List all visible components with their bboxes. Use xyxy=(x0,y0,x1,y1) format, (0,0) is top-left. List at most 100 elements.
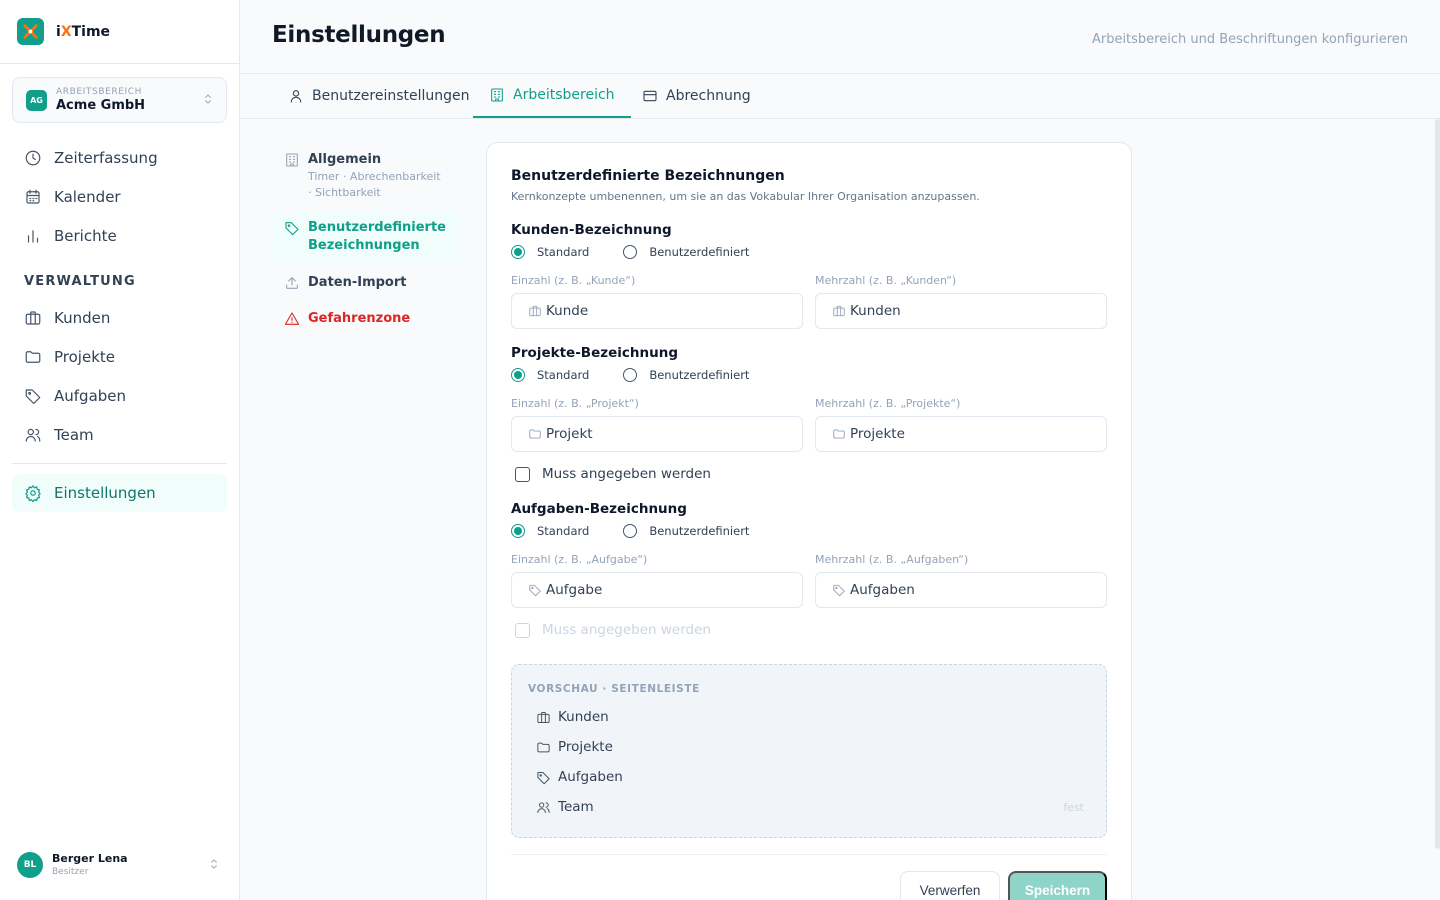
building-icon xyxy=(284,151,308,168)
nav-zeiterfassung[interactable]: Zeiterfassung xyxy=(12,139,227,177)
preview-label: Team xyxy=(558,799,594,815)
preview-item: Projekte xyxy=(536,739,1084,755)
tab-abrechnung[interactable]: Abrechnung xyxy=(626,74,767,118)
subnav-daten-import[interactable]: Daten-Import xyxy=(272,266,462,300)
users-icon xyxy=(24,426,54,444)
field-label: Mehrzahl (z. B. „Projekte“) xyxy=(815,397,961,410)
subnav-allgemein[interactable]: Allgemein Timer · Abrechenbarkeit · Sich… xyxy=(272,143,462,209)
subnav-title: Daten-Import xyxy=(308,275,407,290)
nav-kunden[interactable]: Kunden xyxy=(12,299,227,337)
aufgabe-plural-input[interactable]: Aufgaben xyxy=(815,572,1107,608)
sidebar: iXTime AG ARBEITSBEREICH Acme GmbH Zeite… xyxy=(0,0,240,900)
input-value: Aufgaben xyxy=(850,582,915,598)
input-value: Projekte xyxy=(850,426,905,442)
nav-projekte[interactable]: Projekte xyxy=(12,338,227,376)
tab-benutzereinstellungen[interactable]: Benutzereinstellungen xyxy=(272,74,486,118)
input-value: Kunde xyxy=(546,303,589,319)
page-subtitle: Arbeitsbereich und Beschriftungen konfig… xyxy=(1091,32,1408,47)
card-description: Kernkonzepte umbenennen, um sie an das V… xyxy=(511,190,980,203)
radio-group-aufgaben: Standard Benutzerdefiniert xyxy=(511,524,749,538)
folder-icon xyxy=(528,427,546,441)
tab-label: Arbeitsbereich xyxy=(513,87,615,103)
chevron-updown-icon xyxy=(201,92,215,106)
projekt-singular-input[interactable]: Projekt xyxy=(511,416,803,452)
workspace-name: Acme GmbH xyxy=(56,97,146,113)
radio-custom[interactable] xyxy=(623,245,638,259)
nav-label: Team xyxy=(54,426,94,444)
subnav-desc: Timer · Abrechenbarkeit xyxy=(308,170,441,183)
avatar: BL xyxy=(17,852,43,878)
preview-label: Aufgaben xyxy=(558,769,623,785)
custom-labels-card: Benutzerdefinierte Bezeichnungen Kernkon… xyxy=(486,142,1132,900)
briefcase-icon xyxy=(528,304,546,318)
user-icon xyxy=(288,88,312,104)
nav-divider xyxy=(12,463,227,464)
nav-label: Berichte xyxy=(54,227,117,245)
checkbox-label: Muss angegeben werden xyxy=(542,622,711,638)
workspace-badge: AG xyxy=(26,89,47,111)
radio-standard[interactable] xyxy=(511,368,525,382)
user-menu[interactable]: BL Berger Lena Besitzer xyxy=(17,850,227,880)
radio-custom[interactable] xyxy=(623,368,638,382)
page-title: Einstellungen xyxy=(272,22,446,48)
divider xyxy=(511,854,1107,855)
nav-label: Projekte xyxy=(54,348,115,366)
user-name: Berger Lena xyxy=(52,852,128,865)
brand-name-x: X xyxy=(60,23,72,40)
preview-label: Projekte xyxy=(558,739,613,755)
group-title-aufgaben: Aufgaben-Bezeichnung xyxy=(511,501,687,517)
checkbox[interactable] xyxy=(515,466,530,482)
nav-berichte[interactable]: Berichte xyxy=(12,217,227,255)
input-value: Kunden xyxy=(850,303,901,319)
projekt-required-checkbox[interactable]: Muss angegeben werden xyxy=(515,466,711,482)
save-button[interactable]: Speichern xyxy=(1008,871,1107,900)
aufgabe-singular-input[interactable]: Aufgabe xyxy=(511,572,803,608)
scrollbar[interactable] xyxy=(1435,119,1440,849)
kunde-singular-input[interactable]: Kunde xyxy=(511,293,803,329)
input-value: Aufgabe xyxy=(546,582,603,598)
folder-icon xyxy=(536,740,558,755)
nav-label: Kunden xyxy=(54,309,111,327)
projekt-plural-input[interactable]: Projekte xyxy=(815,416,1107,452)
radio-label: Benutzerdefiniert xyxy=(649,245,750,259)
briefcase-icon xyxy=(24,309,54,327)
kunde-plural-input[interactable]: Kunden xyxy=(815,293,1107,329)
radio-group-projekte: Standard Benutzerdefiniert xyxy=(511,368,749,382)
workspace-switcher[interactable]: AG ARBEITSBEREICH Acme GmbH xyxy=(12,77,227,123)
discard-button[interactable]: Verwerfen xyxy=(900,871,1000,900)
subnav-title: Benutzerdefinierte xyxy=(308,220,446,235)
brand: iXTime xyxy=(0,0,239,64)
clock-icon xyxy=(24,149,54,167)
preview-title: VORSCHAU · SEITENLEISTE xyxy=(528,683,700,695)
group-title-projekte: Projekte-Bezeichnung xyxy=(511,345,678,361)
logo-icon xyxy=(17,18,44,45)
input-value: Projekt xyxy=(546,426,593,442)
radio-standard[interactable] xyxy=(511,524,525,538)
subnav-benutzerdefinierte-bezeichnungen[interactable]: Benutzerdefinierte Bezeichnungen xyxy=(272,211,462,264)
nav-aufgaben[interactable]: Aufgaben xyxy=(12,377,227,415)
subnav-title: Bezeichnungen xyxy=(308,238,420,253)
nav-einstellungen[interactable]: Einstellungen xyxy=(12,474,227,512)
warning-icon xyxy=(284,310,308,327)
field-label: Einzahl (z. B. „Projekt“) xyxy=(511,397,639,410)
chevron-updown-icon xyxy=(207,857,221,871)
tag-icon xyxy=(536,770,558,785)
radio-standard[interactable] xyxy=(511,245,525,259)
brand-name: iXTime xyxy=(56,24,110,40)
radio-label: Standard xyxy=(537,368,590,382)
subnav-title: Allgemein xyxy=(308,152,382,167)
checkbox xyxy=(515,622,530,638)
tab-arbeitsbereich[interactable]: Arbeitsbereich xyxy=(473,74,631,118)
preview-label: Kunden xyxy=(558,709,609,725)
nav-team[interactable]: Team xyxy=(12,416,227,454)
settings-tabs: Benutzereinstellungen Arbeitsbereich Abr… xyxy=(240,74,1440,119)
nav-kalender[interactable]: Kalender xyxy=(12,178,227,216)
tab-label: Benutzereinstellungen xyxy=(312,88,470,104)
user-role: Besitzer xyxy=(52,867,89,877)
subnav-title: Gefahrenzone xyxy=(308,311,411,326)
radio-group-kunden: Standard Benutzerdefiniert xyxy=(511,245,749,259)
radio-custom[interactable] xyxy=(623,524,638,538)
building-icon xyxy=(489,87,513,103)
sidebar-preview: VORSCHAU · SEITENLEISTE Kunden Projekte … xyxy=(511,664,1107,838)
subnav-gefahrenzone[interactable]: Gefahrenzone xyxy=(272,302,462,336)
